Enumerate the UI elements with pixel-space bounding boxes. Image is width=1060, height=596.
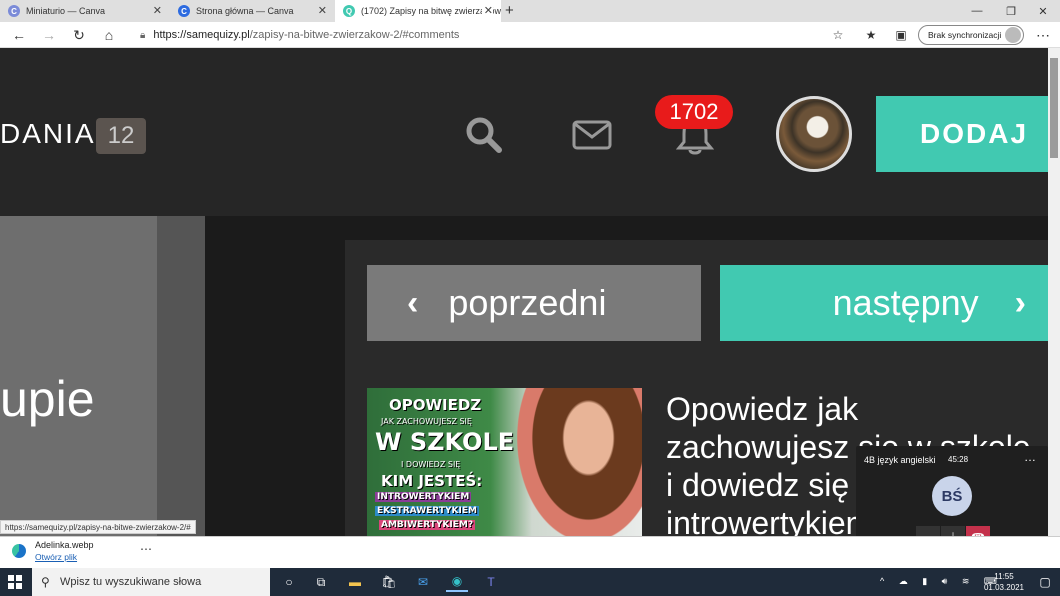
- add-button[interactable]: DODAJ: [876, 96, 1048, 172]
- chevron-left-icon: ‹: [407, 283, 419, 322]
- more-icon[interactable]: ⋯: [140, 542, 152, 556]
- refresh-icon[interactable]: ↻: [68, 25, 90, 45]
- tab-samequizy[interactable]: Q (1702) Zapisy na bitwę zwierzaków ✕: [335, 0, 501, 22]
- maximize-button[interactable]: ❐: [994, 0, 1028, 22]
- tab-label: (1702) Zapisy na bitwę zwierzaków: [360, 6, 501, 16]
- sync-label: Brak synchronizacji: [928, 30, 1002, 40]
- notification-count-badge: 1702: [655, 95, 733, 129]
- samequizy-icon: Q: [343, 5, 355, 17]
- profile-icon: [1005, 27, 1021, 43]
- mail-icon[interactable]: ✉: [412, 572, 434, 592]
- tab-label: Strona główna — Canva: [196, 6, 294, 16]
- next-button[interactable]: następny ›: [720, 265, 1048, 341]
- close-window-button[interactable]: ✕: [1026, 0, 1060, 22]
- canva-icon: C: [178, 5, 190, 17]
- avatar[interactable]: [776, 96, 852, 172]
- status-url: https://samequizy.pl/zapisy-na-bitwe-zwi…: [0, 520, 196, 534]
- back-icon[interactable]: ←: [8, 25, 30, 45]
- close-icon[interactable]: ✕: [481, 4, 493, 17]
- tab-label: Miniaturio — Canva: [26, 6, 106, 16]
- more-icon[interactable]: …: [1024, 450, 1036, 464]
- avatar: BŚ: [932, 476, 972, 516]
- thumb-text: AMBIWERTYKIEM?: [379, 520, 476, 530]
- search-icon[interactable]: [465, 116, 503, 154]
- search-placeholder: Wpisz tu wyszukiwane słowa: [60, 576, 202, 588]
- thumb-text: INTROWERTYKIEM: [375, 492, 472, 502]
- url-path: /zapisy-na-bitwe-zwierzakow-2/#comments: [249, 29, 460, 41]
- url-host: https://samequizy.pl: [153, 29, 250, 41]
- more-icon[interactable]: ⋯: [1032, 25, 1054, 45]
- tab-canva-home[interactable]: C Strona główna — Canva ✕: [170, 0, 335, 22]
- new-tab-button[interactable]: +: [505, 2, 514, 19]
- minimize-button[interactable]: —: [960, 0, 994, 22]
- taskbar-search[interactable]: ⚲ Wpisz tu wyszukiwane słowa: [32, 568, 270, 596]
- scrollbar-thumb[interactable]: [1050, 58, 1058, 158]
- close-icon[interactable]: ✕: [153, 4, 162, 17]
- open-file-link[interactable]: Otwórz plik: [35, 552, 77, 562]
- url-field[interactable]: 🔒︎ https://samequizy.pl /zapisy-na-bitwe…: [130, 25, 850, 45]
- call-name: 4B język angielski: [864, 455, 936, 465]
- edge-file-icon: [12, 544, 26, 558]
- left-panel-text: upie: [0, 371, 95, 427]
- call-time: 45:28: [948, 455, 969, 464]
- quiz-thumbnail[interactable]: OPOWIEDZ JAK ZACHOWUJESZ SIĘ W SZKOLE I …: [367, 388, 642, 536]
- thumb-text: EKSTRAWERTYKIEM: [375, 506, 479, 516]
- windows-start-icon[interactable]: [8, 575, 22, 589]
- nav-tasks-count: 12: [96, 118, 146, 154]
- collections-icon[interactable]: ▣: [890, 25, 912, 45]
- home-icon[interactable]: ⌂: [98, 25, 120, 45]
- previous-button[interactable]: ‹ poprzedni: [367, 265, 701, 341]
- nav-tasks-label[interactable]: DANIA: [0, 118, 96, 150]
- thumbnail-person-image: [517, 388, 642, 536]
- thumb-text: JAK ZACHOWUJESZ SIĘ: [381, 417, 472, 426]
- thumb-text: I DOWIEDZ SIĘ: [401, 460, 461, 469]
- clock[interactable]: 11:55 01.03.2021: [982, 571, 1026, 593]
- search-icon: ⚲: [41, 575, 50, 589]
- file-explorer-icon[interactable]: ▬: [344, 572, 366, 592]
- next-label: następny: [832, 282, 979, 323]
- edge-icon[interactable]: ◉: [446, 572, 468, 592]
- forward-icon[interactable]: →: [38, 25, 60, 45]
- download-filename: Adelinka.webp: [35, 540, 94, 550]
- chevron-right-icon: ›: [1014, 283, 1026, 322]
- thumb-text: KIM JESTEŚ:: [381, 472, 483, 490]
- thumb-text: OPOWIEDZ: [389, 396, 482, 414]
- clock-date: 01.03.2021: [983, 583, 1025, 592]
- close-icon[interactable]: ✕: [318, 4, 327, 17]
- notifications-icon[interactable]: ▢: [1034, 572, 1056, 592]
- download-bar: [0, 536, 1060, 568]
- previous-label: poprzedni: [448, 282, 607, 323]
- tab-canva-miniaturio[interactable]: C Miniaturio — Canva ✕: [0, 0, 170, 22]
- address-bar: ← → ↻ ⌂ 🔒︎ https://samequizy.pl /zapisy-…: [0, 22, 1060, 48]
- thumb-text: W SZKOLE: [375, 428, 515, 456]
- store-icon[interactable]: 🛍︎: [378, 572, 400, 592]
- mail-icon[interactable]: [572, 120, 612, 150]
- lock-icon: 🔒︎: [140, 29, 146, 41]
- tab-bar: C Miniaturio — Canva ✕ C Strona główna —…: [0, 0, 1060, 22]
- clock-time: 11:55: [994, 572, 1014, 581]
- favorites-icon[interactable]: ★: [860, 25, 882, 45]
- task-view-icon[interactable]: ⧉: [310, 572, 332, 592]
- canva-icon: C: [8, 5, 20, 17]
- teams-icon[interactable]: T: [480, 572, 502, 592]
- cortana-icon[interactable]: ○: [278, 572, 300, 592]
- favorite-star-icon[interactable]: ☆: [827, 25, 849, 45]
- sync-button[interactable]: Brak synchronizacji: [918, 25, 1024, 45]
